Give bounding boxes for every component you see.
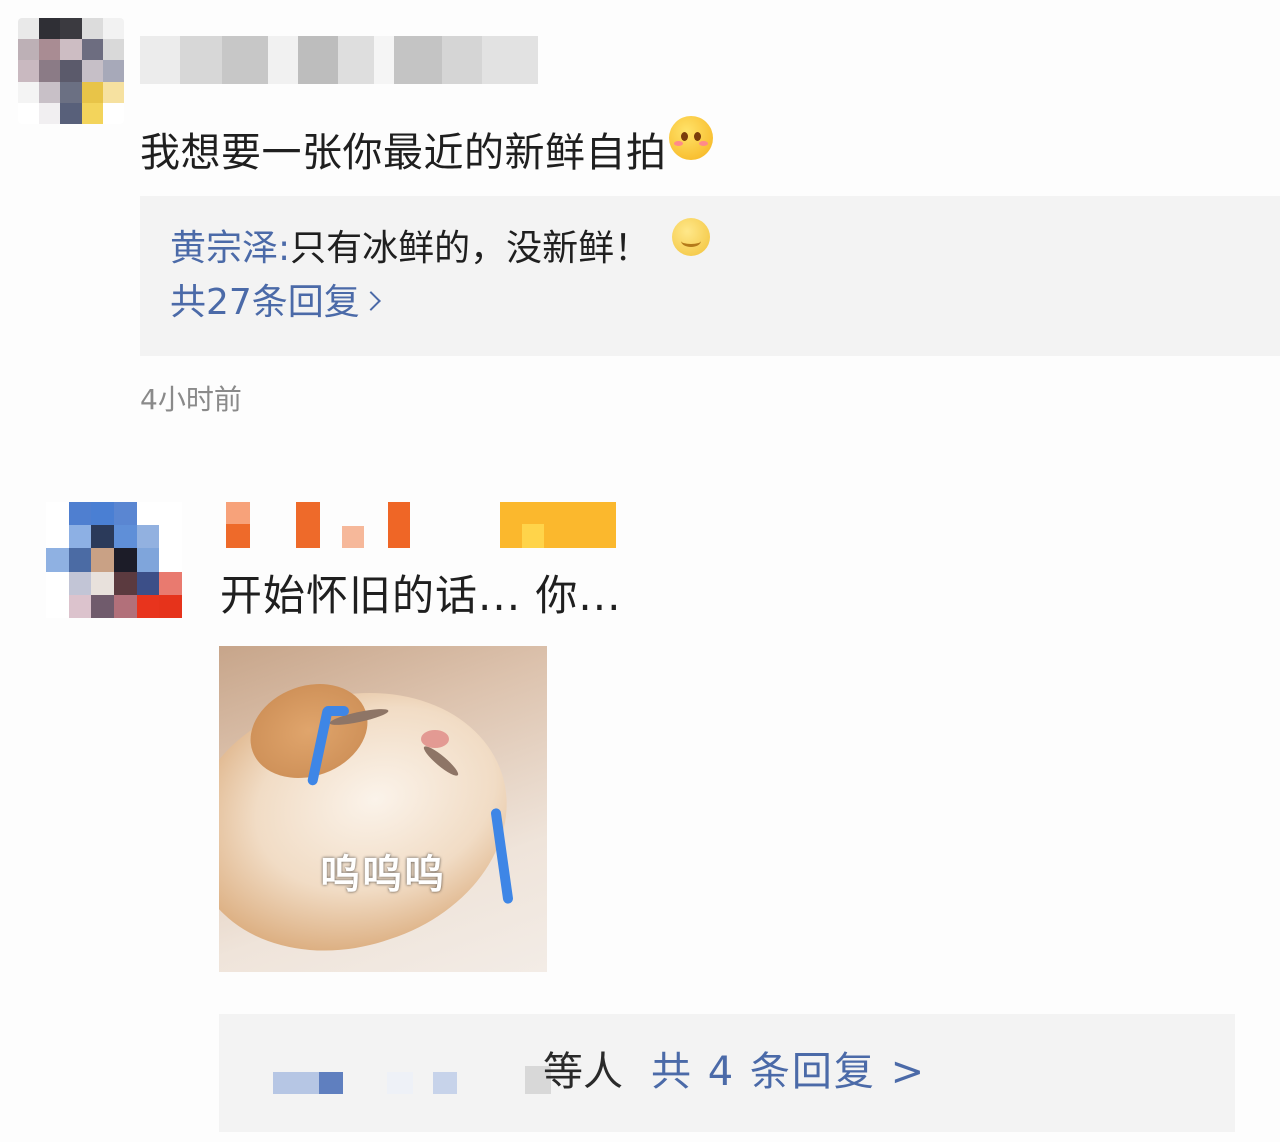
reply-summary-suffix: 等人 <box>543 1049 623 1095</box>
comment-body: 我想要一张你最近的新鲜自拍 <box>140 130 667 176</box>
avatar[interactable] <box>46 502 182 618</box>
reply-users-blurred <box>273 1062 573 1098</box>
view-all-replies-link[interactable]: 共 4 条回复 > <box>651 1049 926 1095</box>
reply-preview-line: 黄宗泽:只有冰鲜的，没新鲜！ <box>170 218 711 274</box>
reply-count-label: 共27条回复 <box>170 282 360 323</box>
cat-nose <box>421 730 449 748</box>
comment-text: 我想要一张你最近的新鲜自拍 <box>140 116 713 181</box>
cat-sticker-image[interactable]: 呜呜呜 <box>219 646 547 972</box>
comment-timestamp: 4小时前 <box>140 383 242 416</box>
comment-thread: 我想要一张你最近的新鲜自拍 黄宗泽:只有冰鲜的，没新鲜！ 共27条回复 4小时前… <box>0 0 1280 1142</box>
view-replies-link[interactable]: 共27条回复 <box>170 278 381 328</box>
reply-content: 只有冰鲜的，没新鲜！ <box>290 228 651 269</box>
reply-author[interactable]: 黄宗泽 <box>170 228 278 269</box>
username-blurred[interactable] <box>140 36 538 84</box>
reply-separator: : <box>278 228 291 269</box>
reply-summary-line: 等人共 4 条回复 > <box>543 1044 926 1100</box>
reply-preview-box[interactable]: 黄宗泽:只有冰鲜的，没新鲜！ 共27条回复 <box>140 196 1280 356</box>
shy-face-icon <box>668 116 713 160</box>
avatar[interactable] <box>18 18 124 124</box>
tear-stroke <box>323 706 349 716</box>
sleepy-face-icon <box>672 218 711 256</box>
reply-summary-box[interactable]: 等人共 4 条回复 > <box>219 1014 1235 1132</box>
comment-text: 开始怀旧的话... 你... <box>220 571 622 620</box>
sticker-caption: 呜呜呜 <box>320 852 446 898</box>
username-blurred[interactable] <box>226 502 626 550</box>
chevron-right-icon <box>360 291 381 311</box>
